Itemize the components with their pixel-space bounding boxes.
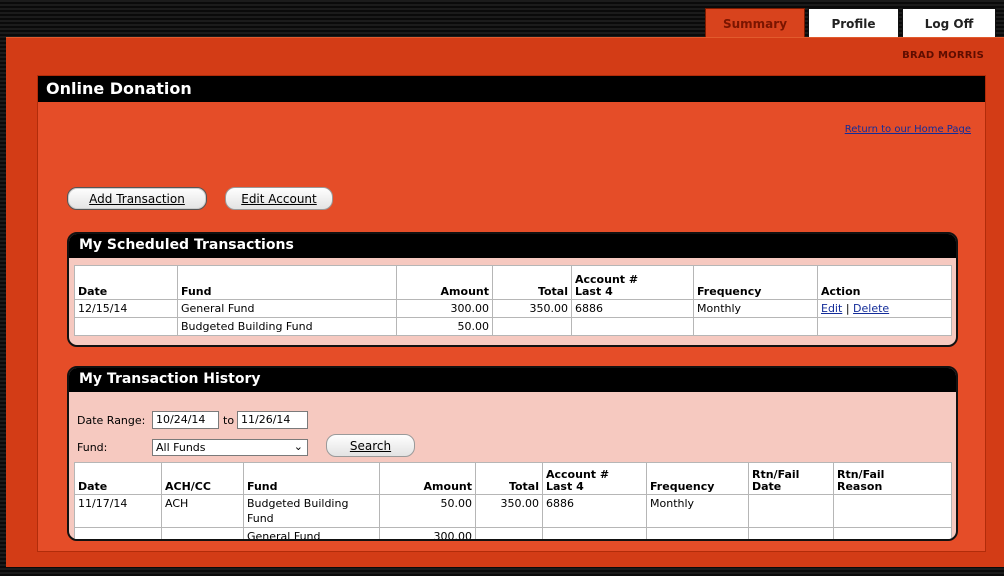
col-account-line2: Last 4 (575, 285, 613, 298)
row-fund: Budgeted Building Fund (177, 317, 397, 336)
delete-link[interactable]: Delete (853, 302, 889, 315)
row-frequency: Monthly (693, 299, 818, 318)
row-total-empty (475, 527, 543, 539)
row-account-empty (571, 317, 694, 336)
row-account: 6886 (571, 299, 694, 318)
col-rtn-date-line2: Date (752, 480, 782, 493)
row-rtn-date-empty (748, 527, 834, 539)
top-tabs: Summary Profile Log Off (705, 8, 996, 38)
add-transaction-label: Add Transaction (89, 191, 185, 206)
add-transaction-button[interactable]: Add Transaction (67, 187, 207, 210)
row-total: 350.00 (492, 299, 572, 318)
date-to-input[interactable]: 11/26/14 (237, 411, 308, 429)
chevron-down-icon: ⌄ (293, 440, 303, 453)
scheduled-transactions-title: My Scheduled Transactions (69, 234, 956, 258)
row-action-empty (817, 317, 952, 336)
content-panel: Online Donation Return to our Home Page … (37, 75, 986, 552)
fund-label: Fund: (77, 441, 108, 454)
row-ach-cc: ACH (161, 494, 244, 528)
transaction-history-table: Date ACH/CC Fund Amount Total Account # … (74, 462, 952, 539)
home-page-link[interactable]: Return to our Home Page (845, 124, 971, 135)
row-amount: 50.00 (396, 317, 493, 336)
row-fund: General Fund (243, 527, 380, 539)
search-button-label: Search (349, 438, 392, 453)
fund-select-value: All Funds (156, 441, 206, 454)
user-name: BRAD MORRIS (902, 50, 984, 61)
col-total: Total (492, 265, 572, 300)
col-rtn-fail-date: Rtn/Fail Date (748, 462, 834, 495)
col-fund: Fund (177, 265, 397, 300)
row-frequency: Monthly (646, 494, 749, 528)
row-total-empty (492, 317, 572, 336)
tab-profile[interactable]: Profile (808, 8, 899, 38)
row-rtn-reason (833, 494, 952, 528)
date-range-label: Date Range: (77, 414, 146, 427)
row-date-empty (74, 317, 178, 336)
tab-summary[interactable]: Summary (705, 8, 805, 38)
edit-account-button[interactable]: Edit Account (225, 187, 333, 210)
row-amount: 300.00 (379, 527, 476, 539)
edit-link[interactable]: Edit (821, 302, 842, 315)
col-rtn-reason-line2: Reason (837, 480, 883, 493)
col-fund: Fund (243, 462, 380, 495)
row-total: 350.00 (475, 494, 543, 528)
fund-select[interactable]: All Funds ⌄ (152, 439, 308, 456)
row-amount: 300.00 (396, 299, 493, 318)
col-amount: Amount (396, 265, 493, 300)
date-from-input[interactable]: 10/24/14 (152, 411, 219, 429)
col-account-line2: Last 4 (546, 480, 584, 493)
scheduled-transactions-panel: My Scheduled Transactions Date Fund Amou… (67, 232, 958, 347)
col-amount: Amount (379, 462, 476, 495)
col-date: Date (74, 462, 162, 495)
action-separator: | (845, 302, 850, 315)
col-ach-cc: ACH/CC (161, 462, 244, 495)
col-date: Date (74, 265, 178, 300)
table-row: 11/17/14 ACH Budgeted Building Fund 50.0… (74, 494, 952, 528)
row-ach-cc-empty (161, 527, 244, 539)
row-account: 6886 (542, 494, 647, 528)
row-amount: 50.00 (379, 494, 476, 528)
row-rtn-date (748, 494, 834, 528)
row-frequency-empty (693, 317, 818, 336)
row-fund: Budgeted Building Fund (243, 494, 380, 528)
col-rtn-fail-reason: Rtn/Fail Reason (833, 462, 952, 495)
row-action: Edit | Delete (817, 299, 952, 318)
table-row: General Fund 300.00 (74, 527, 952, 539)
to-label: to (223, 414, 235, 427)
row-date: 12/15/14 (74, 299, 178, 318)
transaction-history-panel: My Transaction History Date Range: 10/24… (67, 366, 958, 541)
row-fund: General Fund (177, 299, 397, 318)
col-total: Total (475, 462, 543, 495)
row-frequency-empty (646, 527, 749, 539)
scheduled-transactions-table: Date Fund Amount Total Account # Last 4 … (74, 265, 952, 336)
col-frequency: Frequency (646, 462, 749, 495)
col-frequency: Frequency (693, 265, 818, 300)
search-button[interactable]: Search (326, 434, 415, 457)
page-title: Online Donation (38, 76, 985, 102)
transaction-history-title: My Transaction History (69, 368, 956, 392)
col-account: Account # Last 4 (571, 265, 694, 300)
edit-account-label: Edit Account (241, 191, 317, 206)
main-frame: BRAD MORRIS Online Donation Return to ou… (6, 37, 1004, 567)
col-account: Account # Last 4 (542, 462, 647, 495)
table-row: Budgeted Building Fund 50.00 (74, 317, 952, 336)
row-rtn-reason-empty (833, 527, 952, 539)
table-row: 12/15/14 General Fund 300.00 350.00 6886… (74, 299, 952, 318)
row-date-empty (74, 527, 162, 539)
col-action: Action (817, 265, 952, 300)
tab-log-off[interactable]: Log Off (902, 8, 996, 38)
row-date: 11/17/14 (74, 494, 162, 528)
row-account-empty (542, 527, 647, 539)
